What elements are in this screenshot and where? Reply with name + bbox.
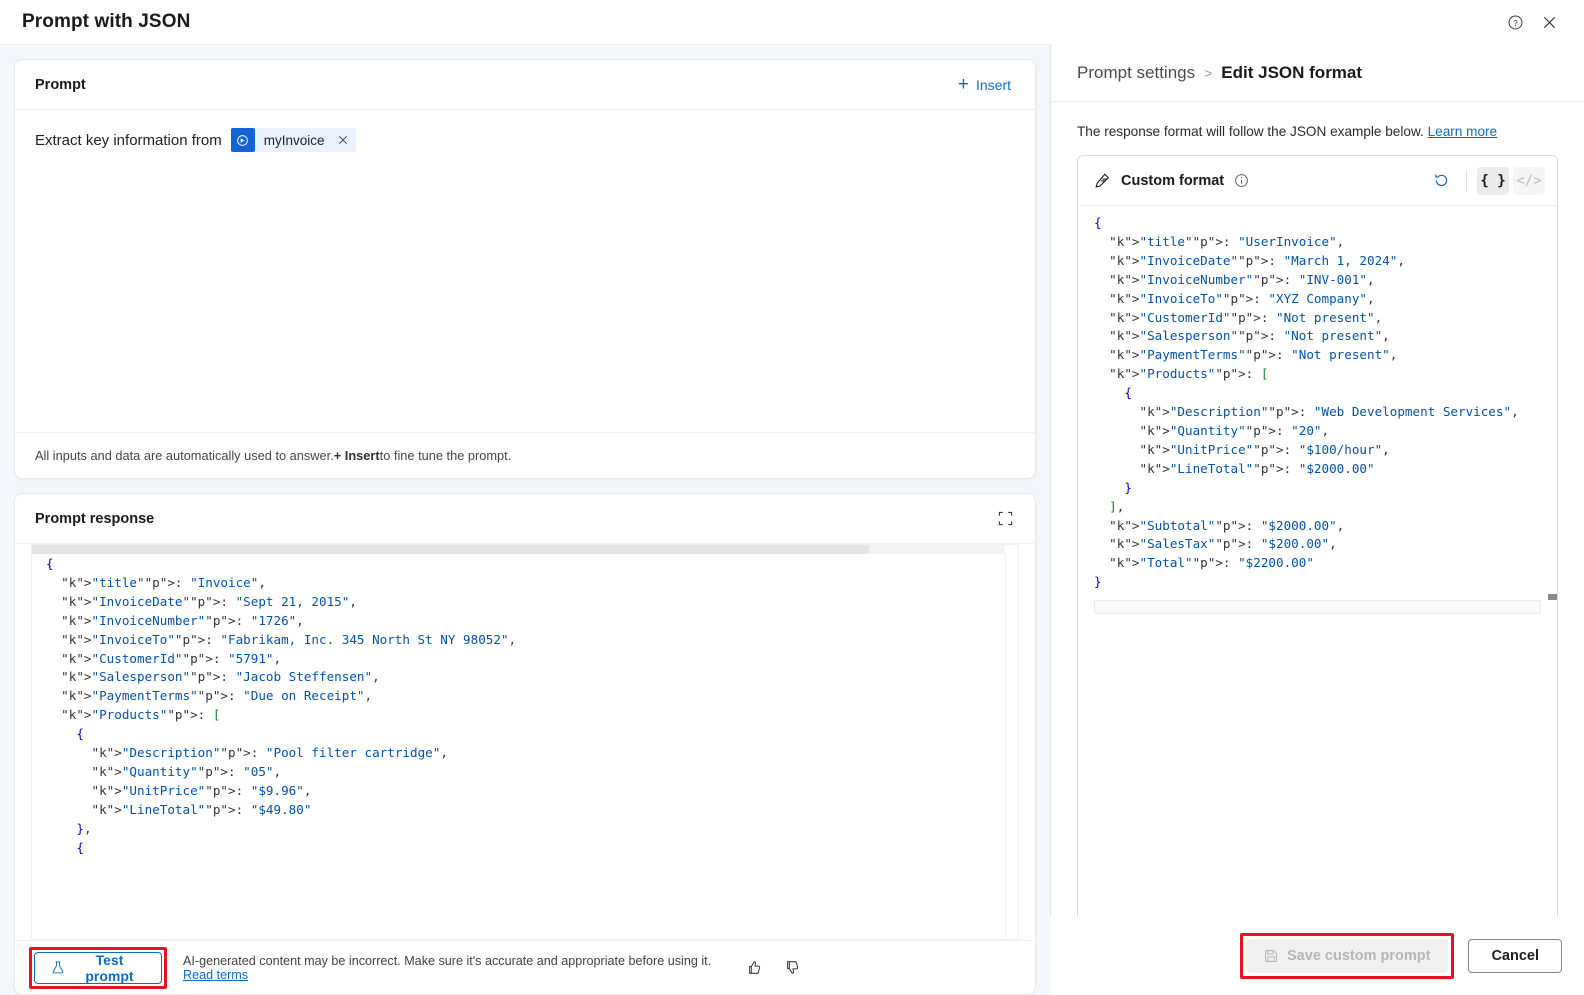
insert-button-label: Insert	[975, 76, 1011, 93]
test-prompt-label: Test prompt	[85, 951, 134, 984]
prompt-pane: Prompt + Insert Extract key information …	[0, 44, 1050, 995]
close-icon[interactable]	[1532, 5, 1566, 39]
response-card-footer: Test prompt AI-generated content may be …	[15, 940, 1035, 994]
prompt-token-chip[interactable]: myInvoice	[230, 128, 356, 152]
dialog-body: Prompt + Insert Extract key information …	[0, 44, 1584, 995]
response-code-viewer[interactable]: { "k">"title""p">: "Invoice", "k">"Invoi…	[31, 544, 1019, 940]
insert-button[interactable]: + Insert	[950, 70, 1019, 99]
read-terms-link[interactable]: Read terms	[183, 968, 248, 982]
ai-disclaimer: AI-generated content may be incorrect. M…	[183, 954, 741, 982]
settings-description: The response format will follow the JSON…	[1077, 102, 1558, 155]
save-disk-icon	[1264, 949, 1278, 963]
custom-format-code-viewer[interactable]: { "k">"title""p">: "UserInvoice", "k">"I…	[1078, 206, 1557, 926]
settings-description-text: The response format will follow the JSON…	[1077, 124, 1424, 139]
prompt-card: Prompt + Insert Extract key information …	[14, 59, 1036, 479]
format-horizontal-scrollbar[interactable]	[1094, 600, 1541, 615]
chip-remove-icon[interactable]	[334, 131, 352, 149]
format-toggle-json[interactable]: { }	[1477, 166, 1509, 195]
breadcrumb-current: Edit JSON format	[1221, 62, 1363, 82]
test-prompt-button[interactable]: Test prompt	[34, 951, 162, 984]
reset-icon[interactable]	[1426, 166, 1456, 196]
thumbs-down-icon[interactable]	[779, 955, 805, 981]
custom-format-json-code: { "k">"title""p">: "UserInvoice", "k">"I…	[1094, 215, 1519, 590]
dialog-footer: Save custom prompt Cancel	[1050, 917, 1584, 995]
custom-format-header: Custom format {} </>	[1078, 156, 1557, 206]
custom-format-card: Custom format {} </> {"k">"title""p">:…	[1077, 155, 1558, 927]
help-circle-icon[interactable]: ?	[1498, 5, 1532, 39]
response-json-code: { "k">"title""p">: "Invoice", "k">"Invoi…	[46, 556, 517, 855]
prompt-editor[interactable]: Extract key information from myInvoice	[15, 110, 1035, 432]
ai-disclaimer-text: AI-generated content may be incorrect. M…	[182, 953, 712, 968]
prompt-hint-post: to fine tune the prompt.	[379, 448, 512, 463]
dataverse-table-icon	[230, 128, 255, 152]
prompt-hint-bold: + Insert	[333, 448, 380, 463]
format-toggle-code[interactable]: </>	[1513, 166, 1545, 195]
prompt-line: Extract key information from myInvoice	[35, 128, 1015, 152]
prompt-card-header: Prompt + Insert	[15, 60, 1035, 110]
save-custom-prompt-button[interactable]: Save custom prompt	[1246, 939, 1449, 973]
test-prompt-highlight: Test prompt	[29, 946, 167, 989]
page-title: Prompt with JSON	[22, 11, 191, 32]
svg-text:?: ?	[1513, 18, 1518, 27]
response-card-title: Prompt response	[35, 510, 155, 527]
edit-pen-icon	[1094, 172, 1111, 189]
chip-label: myInvoice	[263, 132, 325, 148]
plus-icon: +	[957, 74, 969, 95]
response-card-header: Prompt response	[15, 494, 1035, 544]
expand-icon[interactable]	[991, 505, 1019, 533]
dialog-cancel-button[interactable]: Cancel	[1468, 939, 1562, 973]
prompt-with-json-dialog: Prompt with JSON ? Prompt + Insert Extra…	[0, 0, 1584, 995]
prompt-response-card: Prompt response { "k">"title""p">: "Invo…	[14, 493, 1036, 995]
toolbar-divider	[1466, 169, 1467, 192]
dialog-titlebar: Prompt with JSON ?	[0, 0, 1584, 44]
learn-more-link[interactable]: Learn more	[1428, 124, 1498, 139]
prompt-card-footer: All inputs and data are automatically us…	[15, 432, 1035, 478]
prompt-hint-pre: All inputs and data are automatically us…	[35, 448, 334, 463]
settings-body: The response format will follow the JSON…	[1051, 102, 1584, 943]
custom-format-title: Custom format	[1121, 172, 1225, 189]
save-button-highlight: Save custom prompt	[1240, 933, 1455, 979]
prompt-static-text: Extract key information from	[35, 131, 222, 149]
thumbs-up-icon[interactable]	[741, 955, 767, 981]
breadcrumb: Prompt settings > Edit JSON format	[1051, 44, 1584, 102]
prompt-card-title: Prompt	[35, 76, 86, 93]
breadcrumb-separator-icon: >	[1204, 64, 1213, 81]
save-button-label: Save custom prompt	[1287, 948, 1431, 964]
prompt-settings-pane: Prompt settings > Edit JSON format The r…	[1050, 44, 1584, 995]
feedback-controls	[741, 955, 1015, 981]
info-icon[interactable]	[1234, 173, 1249, 188]
format-vertical-scroll-marker[interactable]	[1548, 594, 1557, 601]
flask-icon	[51, 960, 65, 975]
breadcrumb-parent[interactable]: Prompt settings	[1077, 63, 1195, 83]
